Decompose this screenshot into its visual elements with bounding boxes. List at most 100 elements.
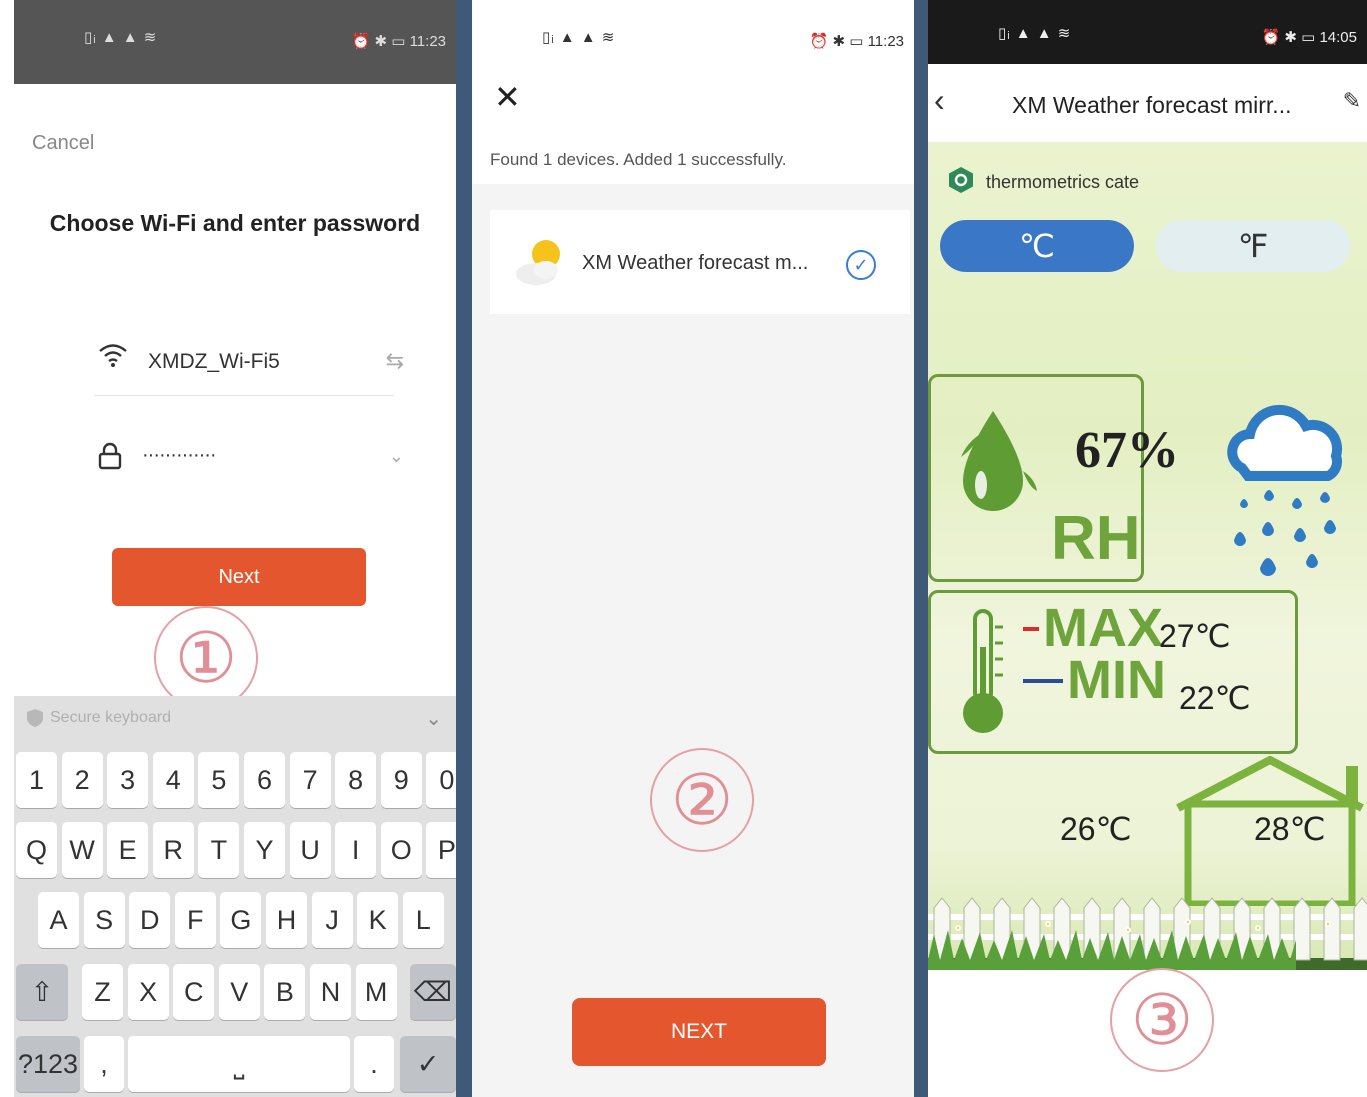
- status-clock: ⏰ ✱ ▭ 11:23: [351, 33, 446, 50]
- next-button[interactable]: NEXT: [572, 998, 826, 1066]
- password-value: ·············: [142, 444, 217, 466]
- wifi-icon: [98, 342, 128, 375]
- key-a[interactable]: A: [38, 892, 79, 948]
- key-3[interactable]: 3: [107, 752, 149, 808]
- weather-sun-cloud-icon: [516, 240, 560, 285]
- min-marker: [1023, 679, 1063, 683]
- key-z[interactable]: Z: [82, 964, 123, 1020]
- key-r[interactable]: R: [152, 822, 194, 878]
- min-value: 22℃: [1179, 680, 1251, 716]
- key-8[interactable]: 8: [335, 752, 377, 808]
- space-key[interactable]: ⎵: [128, 1036, 350, 1092]
- panel-divider: [456, 0, 472, 1097]
- key-4[interactable]: 4: [152, 752, 194, 808]
- thermometer-icon: [963, 609, 1003, 733]
- key-k[interactable]: K: [357, 892, 399, 948]
- key-l[interactable]: L: [402, 892, 444, 948]
- close-icon[interactable]: ✕: [494, 78, 521, 116]
- max-min-panel: MAX 27℃ MIN 22℃: [928, 590, 1298, 754]
- water-drop-icon: [961, 411, 1037, 511]
- signal-icons: ▯ᵢ ▲ ▲ ≋: [84, 29, 158, 46]
- comma-key[interactable]: ,: [84, 1036, 124, 1092]
- swap-network-icon[interactable]: ⇆: [386, 348, 404, 374]
- key-w[interactable]: W: [61, 822, 103, 878]
- done-key[interactable]: ✓: [400, 1036, 456, 1092]
- show-password-icon[interactable]: ⌄: [389, 446, 404, 467]
- status-bar: ▯ᵢ ▲ ▲ ≋ ⏰ ✱ ▭ 14:05: [928, 0, 1367, 64]
- hexagon-icon: [949, 167, 973, 193]
- key-j[interactable]: J: [311, 892, 353, 948]
- wifi-setup-screen: ▯ᵢ ▲ ▲ ≋ ⏰ ✱ ▭ 11:23 Cancel Choose Wi-Fi…: [14, 0, 456, 1097]
- key-h[interactable]: H: [266, 892, 307, 948]
- key-y[interactable]: Y: [244, 822, 285, 878]
- key-m[interactable]: M: [355, 964, 397, 1020]
- rain-cloud-icon: [1227, 404, 1343, 576]
- panel-divider: [914, 0, 928, 1097]
- device-name: XM Weather forecast m...: [582, 252, 809, 274]
- key-u[interactable]: U: [289, 822, 331, 878]
- step-marker: ③: [1110, 968, 1214, 1072]
- indoor-temperature: 28℃: [1254, 811, 1326, 847]
- device-card[interactable]: XM Weather forecast m... ✓: [490, 210, 910, 314]
- max-marker: [1023, 627, 1039, 631]
- key-0[interactable]: 0: [426, 752, 456, 808]
- status-clock: ⏰ ✱ ▭ 11:23: [809, 33, 904, 50]
- key-b[interactable]: B: [264, 964, 306, 1020]
- key-5[interactable]: 5: [198, 752, 240, 808]
- back-icon[interactable]: ‹: [934, 82, 945, 119]
- wifi-ssid: XMDZ_Wi-Fi5: [148, 350, 280, 373]
- humidity-panel: 67% RH: [928, 374, 1179, 582]
- shield-icon: [27, 709, 43, 727]
- fahrenheit-toggle[interactable]: ℉: [1156, 220, 1350, 272]
- key-q[interactable]: Q: [16, 822, 57, 878]
- key-i[interactable]: I: [335, 822, 377, 878]
- page-title: XM Weather forecast mirr...: [1012, 92, 1292, 118]
- key-e[interactable]: E: [107, 822, 149, 878]
- key-g[interactable]: G: [220, 892, 262, 948]
- key-o[interactable]: O: [380, 822, 422, 878]
- period-key[interactable]: .: [354, 1036, 394, 1092]
- celsius-toggle[interactable]: ℃: [940, 220, 1134, 272]
- min-label: MIN: [1067, 650, 1166, 710]
- humidity-value: 67%: [1075, 422, 1179, 479]
- humidity-label: RH: [1051, 504, 1141, 573]
- key-2[interactable]: 2: [61, 752, 103, 808]
- key-v[interactable]: V: [218, 964, 260, 1020]
- key-t[interactable]: T: [198, 822, 240, 878]
- signal-icons: ▯ᵢ ▲ ▲ ≋: [542, 29, 616, 46]
- outdoor-temperature: 26℃: [1060, 811, 1132, 847]
- key-6[interactable]: 6: [244, 752, 285, 808]
- key-d[interactable]: D: [129, 892, 171, 948]
- status-bar: ▯ᵢ ▲ ▲ ≋ ⏰ ✱ ▭ 11:23: [14, 0, 456, 84]
- key-c[interactable]: C: [173, 964, 215, 1020]
- key-1[interactable]: 1: [16, 752, 57, 808]
- shift-key[interactable]: ⇧: [16, 964, 68, 1020]
- wifi-sheet: Cancel Choose Wi-Fi and enter password X…: [14, 84, 456, 710]
- backspace-key[interactable]: ⌫: [410, 964, 456, 1020]
- status-clock: ⏰ ✱ ▭ 14:05: [1261, 29, 1357, 46]
- mode-switch-key[interactable]: ?123: [16, 1036, 80, 1092]
- password-field[interactable]: ············· ⌄: [94, 430, 404, 490]
- found-devices-text: Found 1 devices. Added 1 successfully.: [490, 150, 787, 169]
- keyboard-header: Secure keyboard ⌄: [14, 696, 456, 742]
- key-p[interactable]: P: [426, 822, 456, 878]
- success-check-icon: ✓: [846, 250, 876, 280]
- key-7[interactable]: 7: [289, 752, 331, 808]
- max-value: 27℃: [1159, 618, 1231, 654]
- key-9[interactable]: 9: [380, 752, 422, 808]
- key-n[interactable]: N: [310, 964, 351, 1020]
- key-x[interactable]: X: [127, 964, 169, 1020]
- hide-keyboard-icon[interactable]: ⌄: [425, 706, 442, 731]
- key-f[interactable]: F: [174, 892, 216, 948]
- edit-icon[interactable]: ✎: [1343, 88, 1361, 114]
- secure-keyboard: Secure keyboard ⌄ 1234567890 QWERTYUIOP AS…: [14, 696, 456, 1097]
- step-marker: ②: [650, 748, 754, 852]
- cancel-button[interactable]: Cancel: [32, 132, 94, 155]
- next-button[interactable]: Next: [112, 548, 366, 606]
- wifi-network-selector[interactable]: XMDZ_Wi-Fi5 ⇆: [94, 336, 404, 396]
- signal-icons: ▯ᵢ ▲ ▲ ≋: [998, 25, 1072, 42]
- step-marker: ①: [154, 606, 258, 710]
- app-header: ‹ XM Weather forecast mirr... ✎: [928, 64, 1367, 142]
- status-bar: ▯ᵢ ▲ ▲ ≋ ⏰ ✱ ▭ 11:23: [472, 0, 914, 84]
- key-s[interactable]: S: [83, 892, 125, 948]
